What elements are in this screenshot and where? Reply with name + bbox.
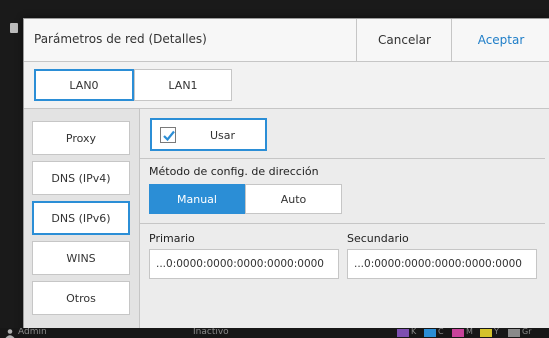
status-bar: Admin Inactivo K C M Y Gr	[0, 328, 549, 338]
ink-bar	[480, 329, 492, 337]
method-auto-button[interactable]: Auto	[245, 184, 342, 214]
ink-bar	[397, 329, 409, 337]
sidebar-item-dns-ipv4[interactable]: DNS (IPv4)	[32, 161, 130, 195]
use-toggle-button[interactable]: Usar	[150, 118, 267, 151]
use-label: Usar	[210, 129, 236, 142]
sidebar-item-dns-ipv6[interactable]: DNS (IPv6)	[32, 201, 130, 235]
sidebar-item-wins[interactable]: WINS	[32, 241, 130, 275]
divider	[140, 223, 545, 224]
sidebar-item-proxy[interactable]: Proxy	[32, 121, 130, 155]
dialog-title: Parámetros de red (Detalles)	[34, 32, 207, 46]
network-settings-dialog: Parámetros de red (Detalles) Cancelar Ac…	[23, 18, 549, 335]
ink-bar	[424, 329, 436, 337]
tab-lan0[interactable]: LAN0	[34, 69, 134, 101]
machine-state: Inactivo	[193, 328, 229, 337]
method-manual-button[interactable]: Manual	[149, 184, 245, 214]
settings-sidebar: Proxy DNS (IPv4) DNS (IPv6) WINS Otros	[24, 109, 140, 335]
checkmark-icon	[163, 130, 175, 142]
settings-content: Proxy DNS (IPv4) DNS (IPv6) WINS Otros U…	[24, 108, 549, 335]
ink-label: Gr	[522, 328, 532, 336]
primary-dns-field[interactable]: ...0:0000:0000:0000:0000:0000	[149, 249, 339, 279]
ink-label: M	[466, 328, 473, 336]
home-icon	[10, 23, 18, 33]
ink-bar	[452, 329, 464, 337]
use-checkbox[interactable]	[160, 127, 176, 143]
secondary-dns-field[interactable]: ...0:0000:0000:0000:0000:0000	[347, 249, 537, 279]
address-method-label: Método de config. de dirección	[149, 165, 319, 178]
lan-tabs: LAN0 LAN1	[24, 62, 549, 108]
screen-background: Parámetros de red (Detalles) Cancelar Ac…	[0, 0, 549, 338]
dialog-titlebar: Parámetros de red (Detalles) Cancelar Ac…	[24, 19, 549, 62]
ink-bar	[508, 329, 520, 337]
accept-button[interactable]: Aceptar	[451, 19, 549, 61]
ink-label: K	[411, 328, 417, 336]
sidebar-item-otros[interactable]: Otros	[32, 281, 130, 315]
user-name: Admin	[18, 328, 47, 337]
secondary-label: Secundario	[347, 232, 409, 245]
tab-lan1[interactable]: LAN1	[134, 69, 232, 101]
cancel-button[interactable]: Cancelar	[356, 19, 452, 61]
ink-label: Y	[494, 328, 499, 336]
user-icon	[5, 329, 15, 338]
ink-label: C	[438, 328, 444, 336]
divider	[140, 158, 545, 159]
primary-label: Primario	[149, 232, 195, 245]
dns-ipv6-panel: Usar Método de config. de dirección Manu…	[140, 109, 549, 335]
